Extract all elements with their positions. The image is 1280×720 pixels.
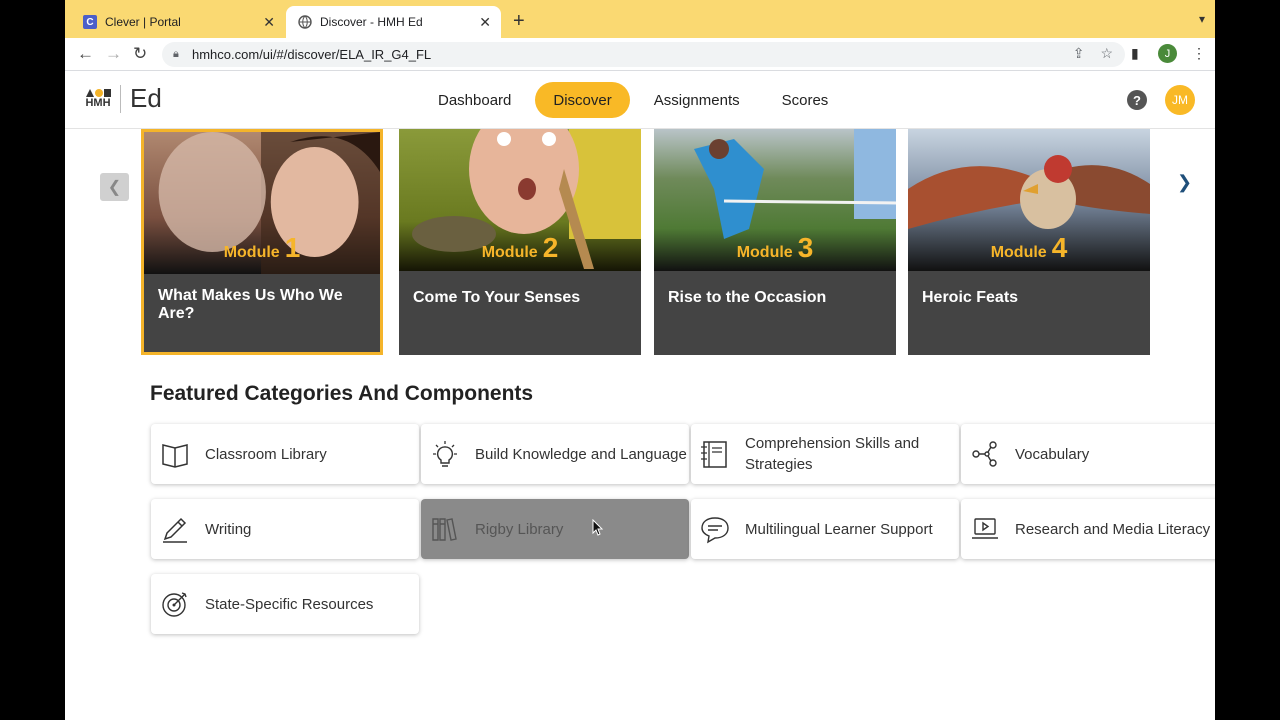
tab-title: Discover - HMH Ed [320,15,423,29]
module-1-label: Module 1 [223,232,301,263]
logo-divider [120,84,121,113]
profile-avatar[interactable]: J [1158,44,1177,63]
bookmark-star-icon[interactable]: ☆ [1100,45,1113,62]
module-2-title: Come To Your Senses [413,289,581,306]
browser-window: C Clever | Portal ✕ Discover - HMH Ed ✕ … [65,0,1215,720]
new-tab-icon[interactable]: + [513,10,525,33]
globe-icon [298,15,312,29]
app-header: HMH Ed Dashboard Discover Assignments Sc… [65,71,1215,129]
category-label: Vocabulary [1015,445,1090,463]
category-label: Classroom Library [205,445,327,463]
share-icon[interactable]: ⇪ [1073,45,1085,62]
hmh-logo-mark: HMH [85,88,111,109]
module-card-3[interactable]: Module 3 Rise to the Occasion [654,129,896,355]
nav-assignments[interactable]: Assignments [636,82,758,118]
nav-scores[interactable]: Scores [764,82,847,118]
category-research-media-literacy[interactable]: Research and Media Literacy [961,499,1215,559]
book-icon [162,444,188,468]
tab-clever-portal[interactable]: C Clever | Portal ✕ [73,6,285,38]
reload-icon[interactable]: ↻ [133,44,147,64]
lightbulb-icon [433,441,457,467]
module-card-4[interactable]: Module 4 Heroic Feats [908,129,1150,355]
category-label: Research and Media Literacy [1015,520,1211,538]
module-3-title: Rise to the Occasion [668,289,827,306]
category-writing[interactable]: Writing [151,499,419,559]
forward-icon[interactable]: → [105,44,122,64]
module-card-2[interactable]: Module 2 Come To Your Senses [399,129,641,355]
tab-strip: C Clever | Portal ✕ Discover - HMH Ed ✕ … [65,0,1215,38]
clever-favicon-icon: C [83,15,97,29]
logo-hmh-text: HMH [85,96,111,109]
module-card-1[interactable]: Module 1 What Makes Us Who We Are? [141,129,383,355]
tab-search-chevron-icon[interactable]: ▾ [1199,12,1205,26]
nav-dashboard[interactable]: Dashboard [420,82,529,118]
address-bar[interactable]: 🔒︎ hmhco.com/ui/#/discover/ELA_IR_G4_FL … [162,42,1125,67]
mouse-cursor-icon [592,519,604,536]
back-icon[interactable]: ← [77,44,94,64]
bookshelf-icon [432,518,457,541]
help-icon[interactable]: ? [1127,90,1147,110]
category-classroom-library[interactable]: Classroom Library [151,424,419,484]
carousel-prev-button[interactable]: ❮ [100,173,129,201]
close-tab-icon[interactable]: ✕ [479,14,491,31]
share-nodes-icon [972,441,997,467]
browser-menu-icon[interactable]: ⋮ [1192,45,1206,62]
nav-discover[interactable]: Discover [535,82,630,118]
user-avatar[interactable]: JM [1165,85,1195,115]
module-1-title: What Makes Us Who We Are? [158,287,343,322]
module-2-label: Module 2 [481,232,559,263]
lock-icon: 🔒︎ [173,48,179,60]
category-label: Build Knowledge and Language [475,445,687,463]
hmh-ed-logo[interactable]: HMH Ed [85,83,162,114]
category-vocabulary[interactable]: Vocabulary [961,424,1215,484]
category-label: State-Specific Resources [205,595,374,613]
category-rigby-library[interactable]: Rigby Library [421,499,689,559]
logo-ed-text: Ed [130,83,162,113]
category-state-specific-resources[interactable]: State-Specific Resources [151,574,419,634]
category-build-knowledge[interactable]: Build Knowledge and Language [421,424,689,484]
module-4-title: Heroic Feats [922,289,1019,306]
category-label: Rigby Library [475,520,564,538]
speech-bubble-icon [701,517,729,544]
category-multilingual-learner-support[interactable]: Multilingual Learner Support [691,499,959,559]
tab-discover-hmh-ed[interactable]: Discover - HMH Ed ✕ [286,6,501,38]
browser-toolbar: ← → ↻ 🔒︎ hmhco.com/ui/#/discover/ELA_IR_… [65,38,1215,71]
side-panel-icon[interactable]: ▮ [1131,45,1139,62]
pencil-icon [163,517,187,543]
module-3-label: Module 3 [736,232,814,263]
target-icon [162,592,187,617]
category-label: Writing [205,520,252,538]
category-comprehension-skills[interactable]: Comprehension Skills and Strategies [691,424,959,484]
category-label: Multilingual Learner Support [745,520,933,538]
carousel-next-chevron-icon[interactable]: ❯ [1177,172,1192,193]
close-tab-icon[interactable]: ✕ [263,14,275,31]
module-4-label: Module 4 [990,232,1068,263]
main-nav: Dashboard Discover Assignments Scores [420,82,852,118]
laptop-play-icon [972,518,998,539]
tab-title: Clever | Portal [105,15,181,29]
url-text: hmhco.com/ui/#/discover/ELA_IR_G4_FL [192,47,432,62]
featured-heading: Featured Categories And Components [150,382,534,405]
notebook-icon [701,441,727,468]
category-label: Comprehension Skills and Strategies [745,435,920,473]
